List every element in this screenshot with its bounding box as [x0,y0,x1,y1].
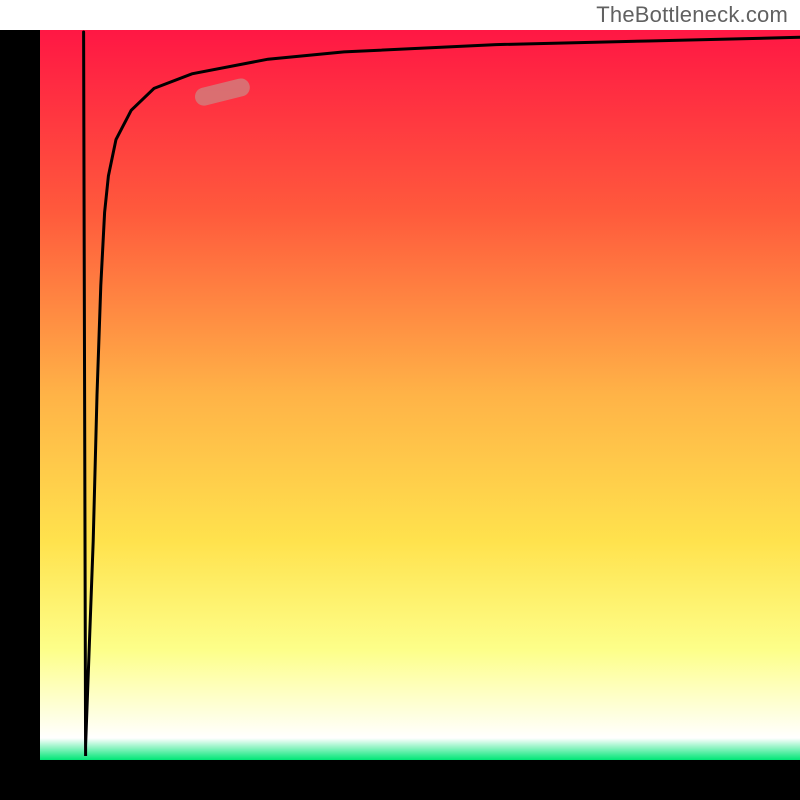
plot-background [40,30,800,760]
attribution-label: TheBottleneck.com [596,2,788,28]
y-axis [0,30,40,800]
bottleneck-chart: TheBottleneck.com [0,0,800,800]
chart-svg [0,0,800,800]
x-axis [0,760,800,800]
